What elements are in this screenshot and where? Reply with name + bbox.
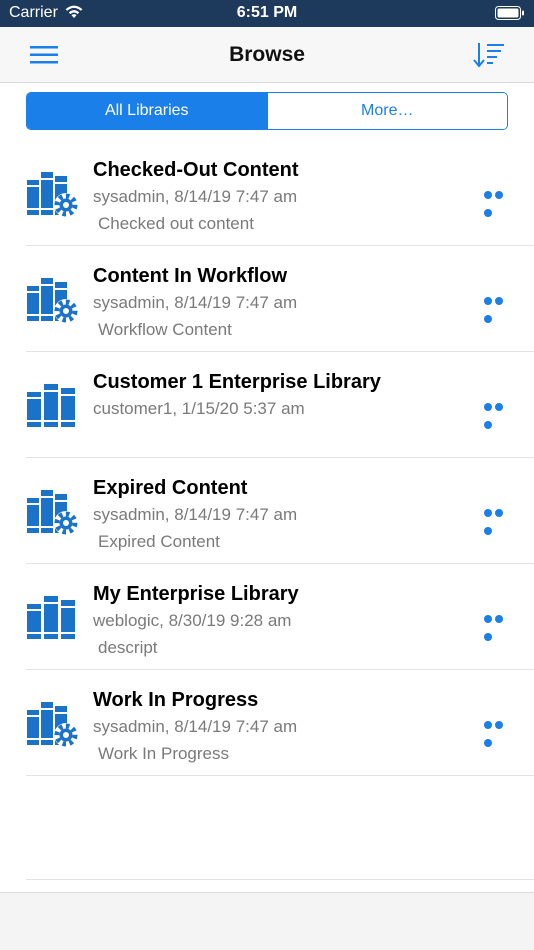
more-options-icon[interactable] xyxy=(484,610,514,641)
library-filter-segmented-control: All Libraries More… xyxy=(26,92,508,130)
library-description: Workflow Content xyxy=(98,320,232,339)
page-title: Browse xyxy=(229,43,305,66)
segment-more[interactable]: More… xyxy=(266,93,507,129)
navigation-bar: Browse xyxy=(0,27,534,83)
library-row[interactable]: Work In Progress sysadmin, 8/14/19 7:47 … xyxy=(26,670,534,776)
library-name: Work In Progress xyxy=(93,689,259,711)
library-name: Checked-Out Content xyxy=(93,159,299,181)
battery-icon xyxy=(495,6,525,25)
library-icon xyxy=(26,592,80,642)
library-name: Customer 1 Enterprise Library xyxy=(93,371,381,393)
status-bar: Carrier 6:51 PM xyxy=(0,0,534,27)
library-gear-icon xyxy=(26,698,80,748)
library-meta: sysadmin, 8/14/19 7:47 am xyxy=(93,505,298,524)
library-gear-icon xyxy=(26,274,80,324)
more-options-icon[interactable] xyxy=(484,398,514,429)
library-description: Expired Content xyxy=(98,532,220,551)
library-icon xyxy=(26,380,80,430)
library-meta: weblogic, 8/30/19 9:28 am xyxy=(93,611,292,630)
status-time: 6:51 PM xyxy=(236,4,298,21)
library-meta: customer1, 1/15/20 5:37 am xyxy=(93,399,305,418)
library-meta: sysadmin, 8/14/19 7:47 am xyxy=(93,187,298,206)
bottom-toolbar xyxy=(0,892,534,950)
library-name: My Enterprise Library xyxy=(93,583,299,605)
more-options-icon[interactable] xyxy=(484,504,514,535)
library-row[interactable]: Checked-Out Content sysadmin, 8/14/19 7:… xyxy=(26,140,534,246)
library-description: descript xyxy=(98,638,158,657)
more-options-icon[interactable] xyxy=(484,186,514,217)
library-gear-icon xyxy=(26,486,80,536)
library-gear-icon xyxy=(26,168,80,218)
more-options-icon[interactable] xyxy=(484,716,514,747)
sort-icon[interactable] xyxy=(472,41,506,69)
library-row[interactable]: Customer 1 Enterprise Library customer1,… xyxy=(26,352,534,458)
library-row[interactable]: Expired Content sysadmin, 8/14/19 7:47 a… xyxy=(26,458,534,564)
library-name: Content In Workflow xyxy=(93,265,288,287)
library-row[interactable]: My Enterprise Library weblogic, 8/30/19 … xyxy=(26,564,534,670)
library-name: Expired Content xyxy=(93,477,248,499)
library-row[interactable]: Content In Workflow sysadmin, 8/14/19 7:… xyxy=(26,246,534,352)
more-options-icon[interactable] xyxy=(484,292,514,323)
list-bottom-divider xyxy=(26,879,534,880)
library-description: Work In Progress xyxy=(98,744,230,763)
library-description: Checked out content xyxy=(98,214,254,233)
segment-all-libraries[interactable]: All Libraries xyxy=(27,93,267,129)
library-meta: sysadmin, 8/14/19 7:47 am xyxy=(93,717,298,736)
library-list: Checked-Out Content sysadmin, 8/14/19 7:… xyxy=(0,140,534,776)
library-meta: sysadmin, 8/14/19 7:47 am xyxy=(93,293,298,312)
